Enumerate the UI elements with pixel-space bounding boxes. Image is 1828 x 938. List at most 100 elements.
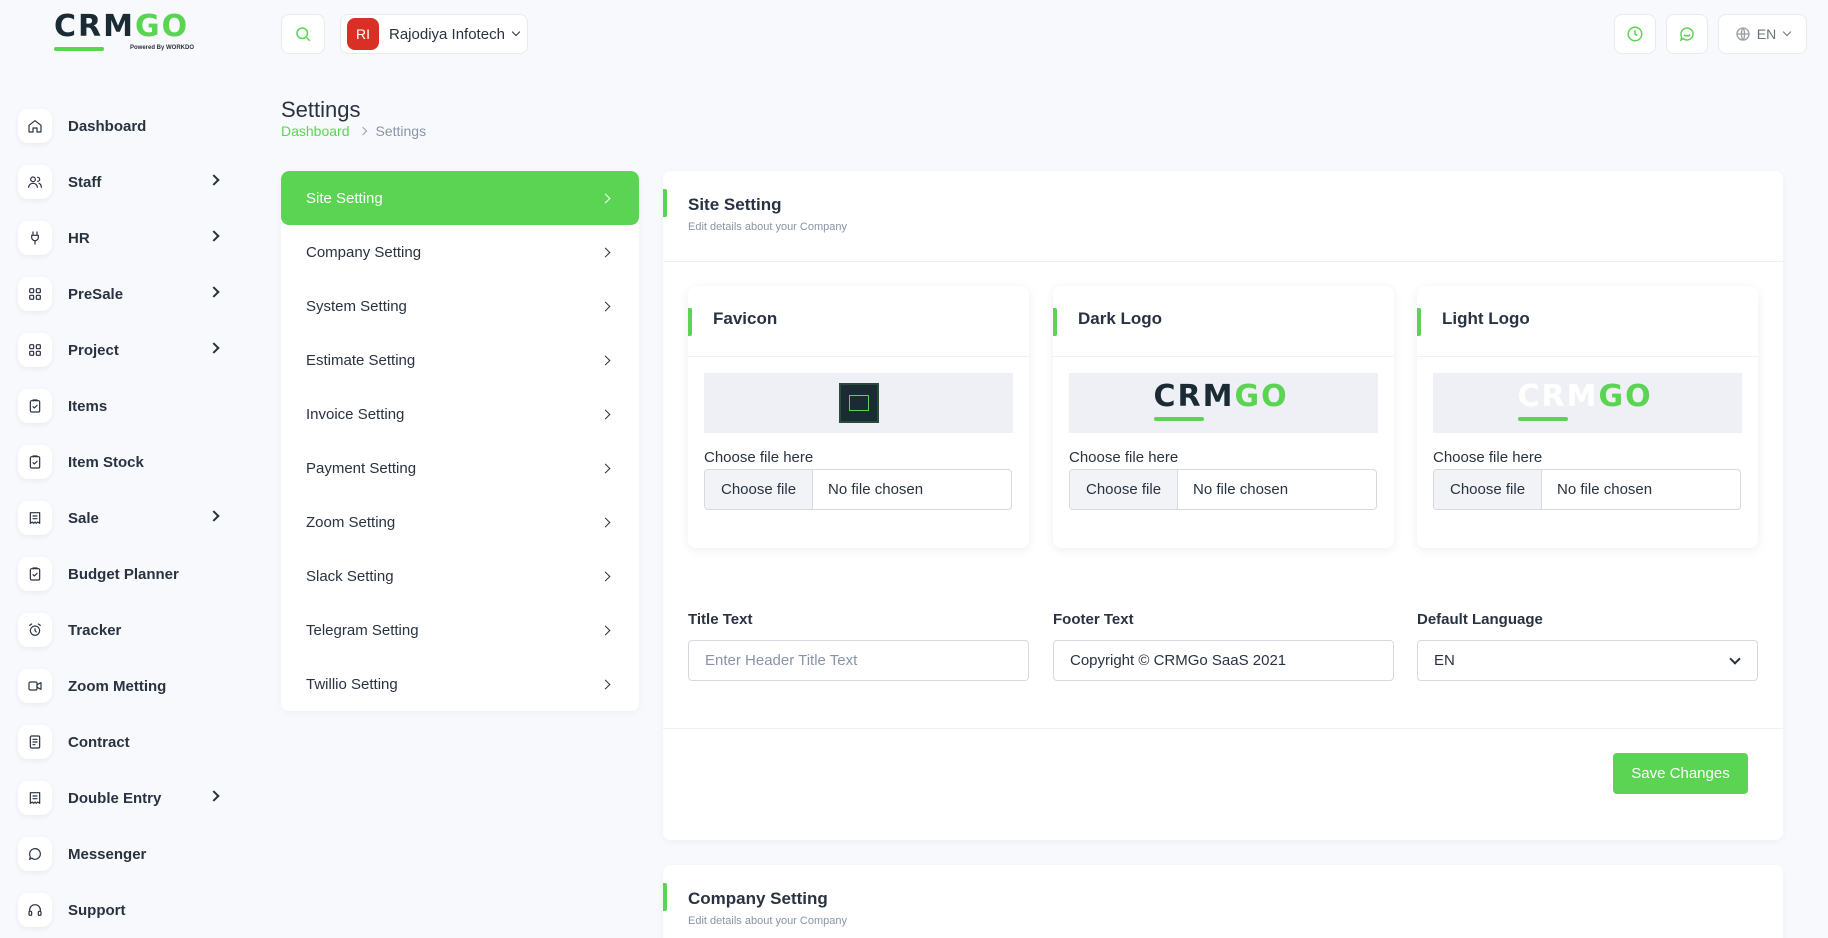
chevron-right-icon <box>208 790 220 802</box>
footer-text-input[interactable]: Copyright © CRMGo SaaS 2021 <box>1053 640 1394 681</box>
sidebar-item-staff[interactable]: Staff <box>18 154 228 210</box>
sidebar-item-support[interactable]: Support <box>18 882 228 938</box>
settings-menu-item-twillio-setting[interactable]: Twillio Setting <box>281 657 639 711</box>
chevron-right-icon <box>600 463 611 474</box>
language-label: EN <box>1756 26 1777 42</box>
settings-menu-label: Telegram Setting <box>306 621 419 639</box>
chevron-right-icon <box>208 342 220 354</box>
default-language-value: EN <box>1434 652 1455 669</box>
card-title: Site Setting <box>688 195 782 214</box>
sidebar-item-label: Budget Planner <box>68 565 179 583</box>
settings-menu-item-invoice-setting[interactable]: Invoice Setting <box>281 387 639 441</box>
sidebar-item-contract[interactable]: Contract <box>18 714 228 770</box>
sidebar-item-project[interactable]: Project <box>18 322 228 378</box>
contract-icon <box>18 725 52 759</box>
light-logo-file-input[interactable]: Choose file No file chosen <box>1433 469 1741 510</box>
favicon-preview <box>704 373 1013 433</box>
sidebar-item-presale[interactable]: PreSale <box>18 266 228 322</box>
file-status: No file chosen <box>1557 481 1653 498</box>
home-icon <box>18 109 52 143</box>
sidebar-item-label: Contract <box>68 733 130 751</box>
card-divider <box>663 728 1783 729</box>
choose-file-button[interactable]: Choose file <box>1434 470 1543 509</box>
sidebar-item-double-entry[interactable]: Double Entry <box>18 770 228 826</box>
light-logo-title: Light Logo <box>1442 309 1530 328</box>
sidebar-item-label: PreSale <box>68 285 124 303</box>
card-subtitle: Edit details about your Company <box>688 915 847 927</box>
settings-menu-label: System Setting <box>306 297 407 315</box>
favicon-file-input[interactable]: Choose file No file chosen <box>704 469 1012 510</box>
settings-menu-label: Site Setting <box>306 189 383 207</box>
sidebar-item-budget-planner[interactable]: Budget Planner <box>18 546 228 602</box>
sidebar-item-sale[interactable]: Sale <box>18 490 228 546</box>
settings-menu-label: Estimate Setting <box>306 351 416 369</box>
chevron-right-icon <box>600 247 611 258</box>
sidebar-item-messenger[interactable]: Messenger <box>18 826 228 882</box>
search-button[interactable] <box>281 14 325 54</box>
settings-menu-item-company-setting[interactable]: Company Setting <box>281 225 639 279</box>
chevron-right-icon <box>600 625 611 636</box>
settings-menu-label: Payment Setting <box>306 459 417 477</box>
breadcrumb-current: Settings <box>375 123 427 139</box>
favicon-card: Favicon Choose file here Choose file No … <box>688 286 1029 548</box>
sidebar-item-item-stock[interactable]: Item Stock <box>18 434 228 490</box>
card-subtitle: Edit details about your Company <box>688 221 847 233</box>
sidebar-item-label: Messenger <box>68 845 147 863</box>
time-tracker-button[interactable] <box>1614 14 1656 54</box>
powered-by-text: Powered By WORKDO <box>130 45 195 51</box>
dark-logo-card: Dark Logo CRMGO Choose file here Choose … <box>1053 286 1394 548</box>
sidebar-item-items[interactable]: Items <box>18 378 228 434</box>
clock-icon <box>1627 26 1643 42</box>
breadcrumb-dashboard-link[interactable]: Dashboard <box>281 123 350 139</box>
settings-menu-item-telegram-setting[interactable]: Telegram Setting <box>281 603 639 657</box>
headset-icon <box>18 893 52 927</box>
settings-menu-item-site-setting[interactable]: Site Setting <box>281 171 639 225</box>
breadcrumb: Dashboard Settings <box>281 123 426 139</box>
file-status: No file chosen <box>1193 481 1289 498</box>
sidebar-item-label: Dashboard <box>68 117 147 135</box>
light-logo-card: Light Logo CRMGO Choose file here Choose… <box>1417 286 1758 548</box>
sidebar-item-tracker[interactable]: Tracker <box>18 602 228 658</box>
page-title: Settings <box>281 97 361 122</box>
dark-logo-file-input[interactable]: Choose file No file chosen <box>1069 469 1377 510</box>
sidebar-item-hr[interactable]: HR <box>18 210 228 266</box>
company-switcher[interactable]: RI Rajodiya Infotech <box>340 14 528 54</box>
settings-menu-label: Zoom Setting <box>306 513 396 531</box>
settings-menu-item-system-setting[interactable]: System Setting <box>281 279 639 333</box>
chevron-right-icon <box>600 193 611 204</box>
sidebar-item-dashboard[interactable]: Dashboard <box>18 98 228 154</box>
sidebar: CRMGO Powered By WORKDO Dashboard Staff HR… <box>0 0 248 938</box>
sidebar-item-label: Project <box>68 341 119 359</box>
settings-menu-item-payment-setting[interactable]: Payment Setting <box>281 441 639 495</box>
sidebar-item-label: Staff <box>68 173 102 191</box>
favicon-title: Favicon <box>713 309 778 328</box>
company-name: Rajodiya Infotech <box>389 25 505 43</box>
settings-menu-item-slack-setting[interactable]: Slack Setting <box>281 549 639 603</box>
sidebar-item-zoom-metting[interactable]: Zoom Metting <box>18 658 228 714</box>
save-changes-button[interactable]: Save Changes <box>1613 753 1748 794</box>
title-text-input[interactable]: Enter Header Title Text <box>688 640 1029 681</box>
sidebar-nav: Dashboard Staff HR PreSale Project Items Item … <box>18 98 228 938</box>
choose-file-button[interactable]: Choose file <box>705 470 814 509</box>
sidebar-item-label: Items <box>68 397 108 415</box>
users-icon <box>18 165 52 199</box>
clipboard-icon <box>18 557 52 591</box>
settings-menu-item-zoom-setting[interactable]: Zoom Setting <box>281 495 639 549</box>
language-switcher[interactable]: EN <box>1718 14 1807 54</box>
grid-icon <box>18 333 52 367</box>
title-text-label: Title Text <box>688 611 753 628</box>
chevron-right-icon <box>208 230 220 242</box>
settings-menu-item-estimate-setting[interactable]: Estimate Setting <box>281 333 639 387</box>
video-icon <box>18 669 52 703</box>
sidebar-item-label: Sale <box>68 509 99 527</box>
sidebar-item-label: HR <box>68 229 90 247</box>
settings-menu-label: Company Setting <box>306 243 422 261</box>
sidebar-item-label: Tracker <box>68 621 122 639</box>
messages-button[interactable] <box>1666 14 1708 54</box>
chevron-right-icon <box>208 174 220 186</box>
settings-menu-label: Invoice Setting <box>306 405 405 423</box>
choose-file-button[interactable]: Choose file <box>1070 470 1179 509</box>
crmgo-logo[interactable]: CRMGO Powered By WORKDO <box>54 12 194 54</box>
default-language-select[interactable]: EN <box>1417 640 1758 681</box>
avatar: RI <box>347 18 379 50</box>
